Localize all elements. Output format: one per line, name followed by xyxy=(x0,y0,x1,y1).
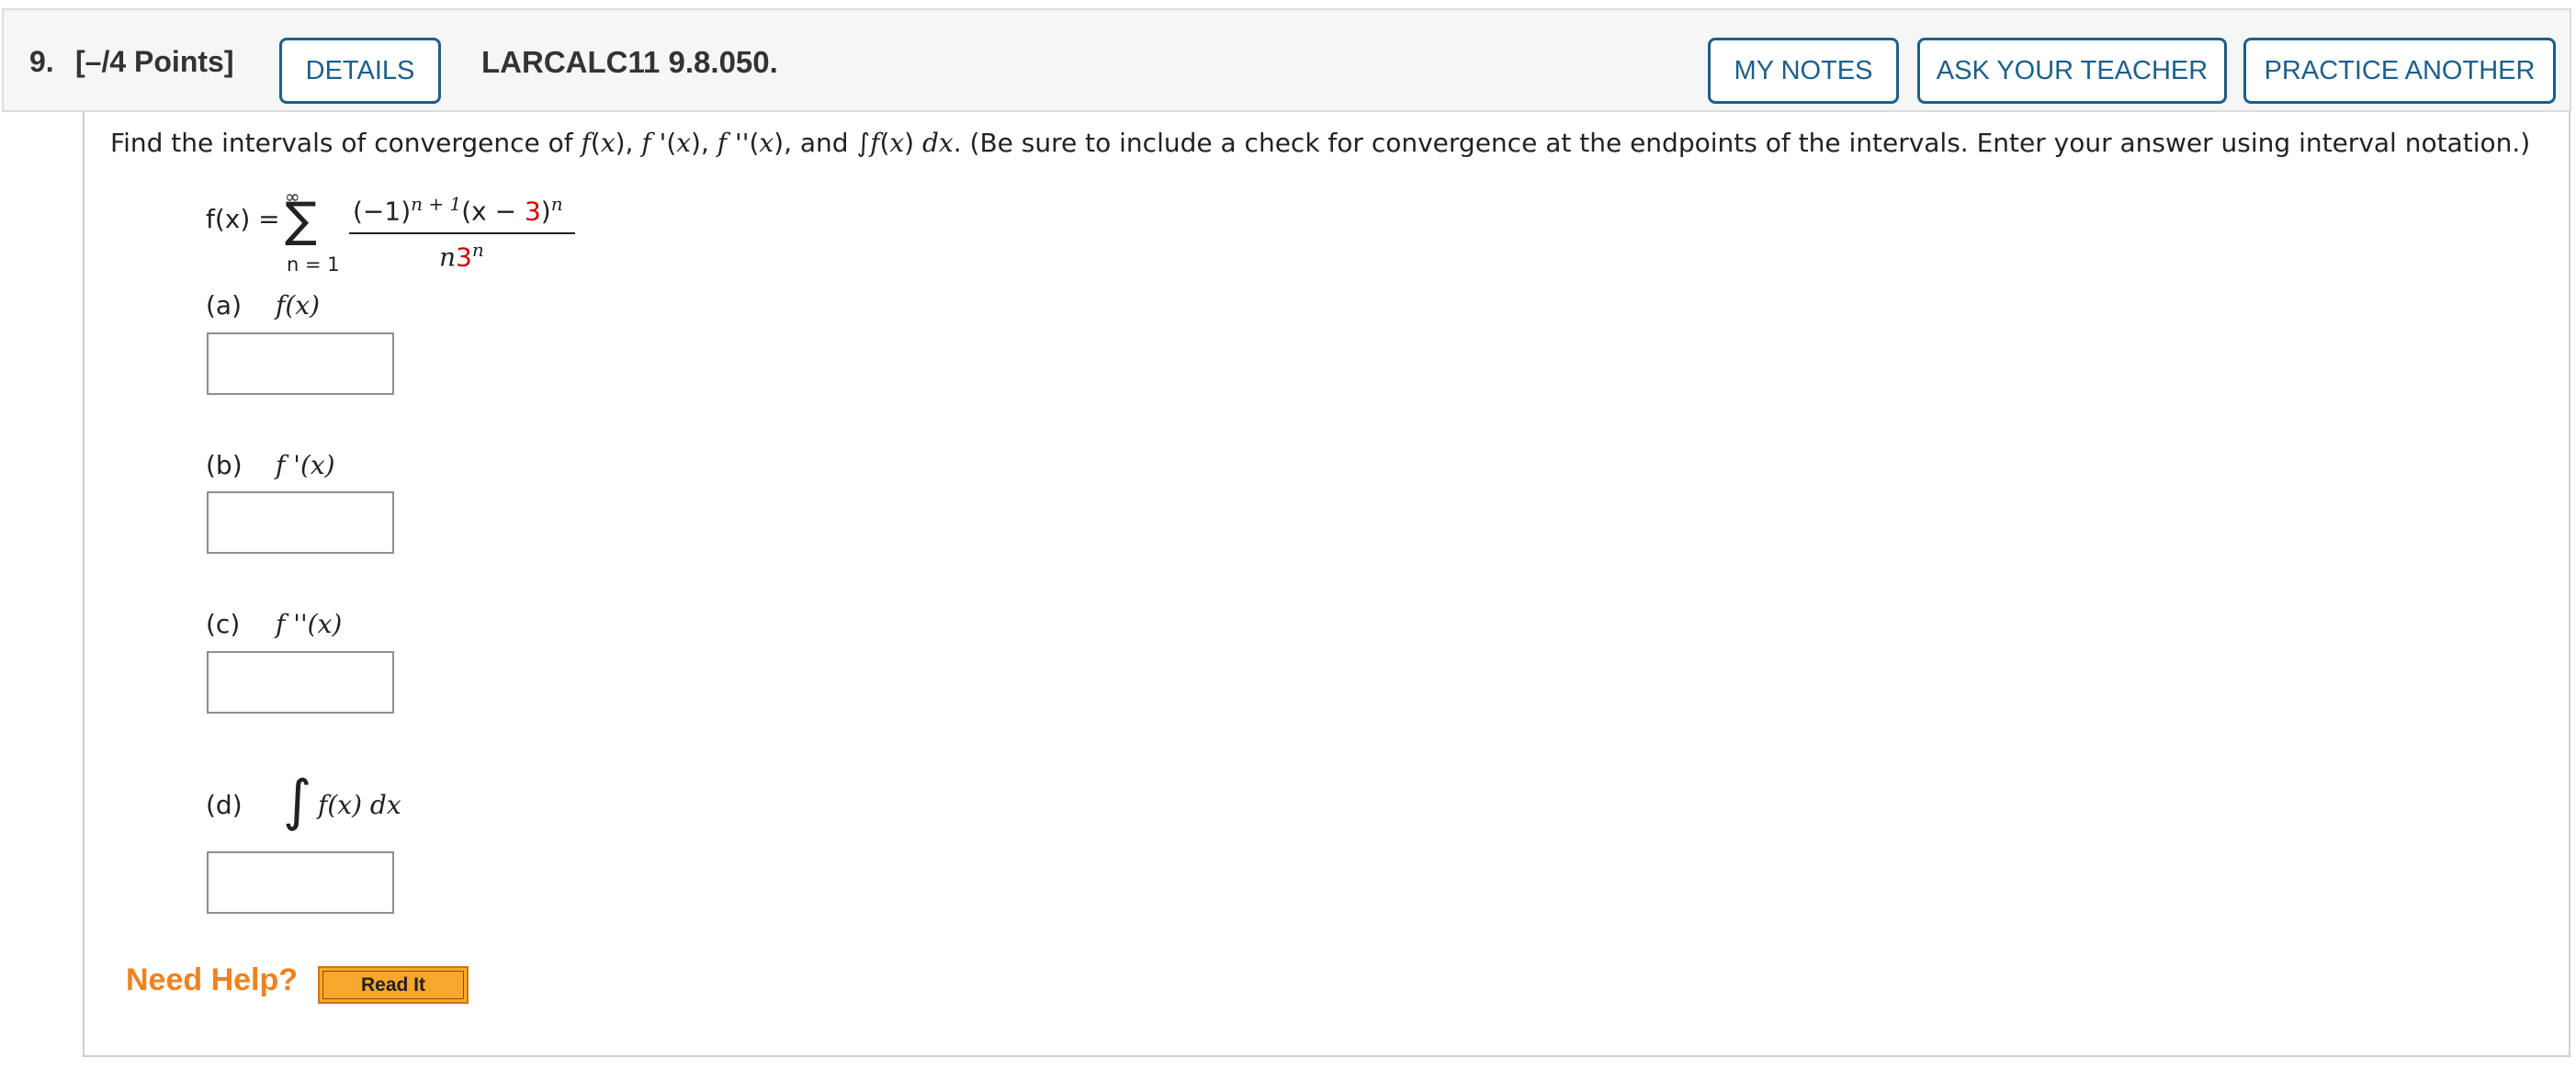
part-a-expression: f(x) xyxy=(276,290,321,321)
fraction-bar xyxy=(349,232,575,234)
denominator-exponent: n xyxy=(471,239,484,261)
question-number: 9. xyxy=(29,45,54,78)
part-b-expression: f '(x) xyxy=(276,450,335,480)
ask-your-teacher-button[interactable]: ASK YOUR TEACHER xyxy=(1917,38,2227,104)
numerator-exponent: n + 1 xyxy=(411,193,462,215)
part-d-letter: (d) xyxy=(206,790,243,820)
instruction-suffix: (Be sure to include a check for converge… xyxy=(961,128,2531,158)
part-b-answer-input[interactable] xyxy=(207,491,394,554)
part-c-letter: (c) xyxy=(206,609,241,639)
series-numerator: (−1)n + 1(x − 3)n xyxy=(353,193,563,226)
part-a-answer-input[interactable] xyxy=(207,332,394,395)
numerator-close: ) xyxy=(540,196,551,227)
instruction-text: Find the intervals of convergence of f(x… xyxy=(110,128,2531,158)
need-help-label: Need Help? xyxy=(126,962,299,997)
integral-sign: ∫ xyxy=(283,769,312,833)
denominator-base: 3 xyxy=(456,242,472,273)
my-notes-button[interactable]: MY NOTES xyxy=(1708,38,1899,104)
part-d-expression: f(x) dx xyxy=(318,790,401,820)
instruction-prefix: Find the intervals of convergence of xyxy=(110,128,582,158)
series-denominator: n3n xyxy=(439,239,484,272)
problem-code: LARCALC11 9.8.050. xyxy=(481,45,778,79)
series-shift-value: 3 xyxy=(524,196,541,227)
details-button[interactable]: DETAILS xyxy=(279,38,441,104)
series-lhs: f(x) = xyxy=(206,204,280,234)
part-b-letter: (b) xyxy=(206,450,243,480)
numerator-exponent-2: n xyxy=(550,193,563,215)
numerator-mid: (x − xyxy=(461,196,525,227)
read-it-label: Read It xyxy=(322,971,464,999)
read-it-button[interactable]: Read It xyxy=(318,966,469,1004)
sum-lower-limit: n = 1 xyxy=(287,253,340,276)
numerator-prefix: (−1) xyxy=(353,196,412,227)
denominator-n: n xyxy=(439,242,457,273)
part-c-answer-input[interactable] xyxy=(207,651,394,714)
points-label: [–/4 Points] xyxy=(75,45,234,78)
part-d-answer-input[interactable] xyxy=(207,851,394,914)
practice-another-button[interactable]: PRACTICE ANOTHER xyxy=(2243,38,2556,104)
question-header: 9. [–/4 Points] DETAILS LARCALC11 9.8.05… xyxy=(2,8,2571,112)
part-a-letter: (a) xyxy=(206,290,243,321)
summation-sign: ∑ xyxy=(285,193,318,248)
part-c-expression: f ''(x) xyxy=(276,609,343,639)
